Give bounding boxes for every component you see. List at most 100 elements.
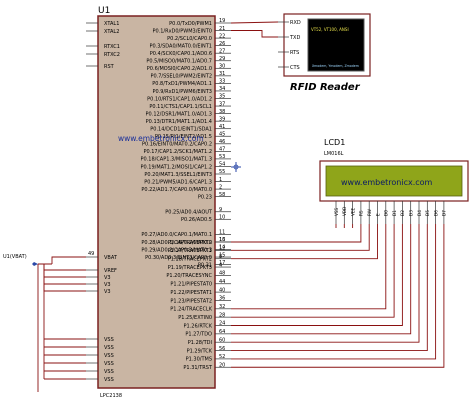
mcu-pin-number: 11: [219, 230, 225, 236]
mcu-pin-label: P1.17/TRACEPKT1: [168, 248, 212, 254]
lcd-pin-label: D6: [433, 210, 438, 216]
mcu-pin-number: 26: [219, 41, 225, 47]
lcd-pin-label: D1: [392, 210, 397, 216]
probe-marker: [231, 162, 241, 172]
mcu-pin-label: P1.27/TDO: [185, 332, 212, 338]
mcu-pin-label: P0.5/MISO0/MAT0.1/AD0.7: [146, 59, 212, 65]
rfid-pin-label: CTS: [290, 65, 300, 71]
mcu-pin-label: XTAL1: [104, 21, 119, 27]
mcu-pin-number: 34: [219, 86, 225, 92]
lcd-pin-label: VSS: [334, 207, 339, 216]
mcu-pin-label: VSS: [104, 361, 114, 367]
mcu-pin-number: 36: [219, 296, 225, 302]
mcu-pin-label: P0.22/AD1.7/CAP0.0/MAT0.0: [141, 187, 212, 193]
mcu-pin-label: P1.29/TCK: [187, 348, 213, 354]
mcu-pin-label: P0.0/TxD0/PWM1: [169, 21, 212, 27]
mcu-pin-label: RST: [104, 64, 115, 70]
mcu-pin-number: 28: [219, 312, 225, 318]
mcu-pin-label: P0.21/PWM5/AD1.6/CAP1.3: [144, 179, 212, 185]
mcu-pin-label: P1.19/TRACEPKT3: [168, 265, 212, 271]
mcu-pin-label: P0.13/DTR1/MAT1.1/AD1.4: [146, 119, 212, 125]
lcd-pin-label: E: [375, 213, 380, 216]
mcu-pin-label: P0.17/CAP1.2/SCK1/MAT1.2: [143, 149, 212, 155]
mcu-pin-label: P1.30/TMS: [186, 357, 212, 363]
mcu-pin-label: P1.23/PIPESTAT2: [170, 298, 212, 304]
mcu-pin-number: 30: [219, 64, 225, 70]
mcu-pin-label: V3: [104, 275, 111, 281]
mcu-pin-number: 64: [219, 329, 225, 335]
mcu-pin-number: 8: [219, 254, 222, 260]
mcu-pin-label: P1.20/TRACESYNC: [166, 273, 212, 279]
lcd-pins: VSS VDD VEE RS RW E D0 D1 D2 D3 D4 D5 D6 D7: [334, 201, 447, 224]
mcu-pin-label: P0.6/MOSI0/CAP0.2/AD1.0: [147, 66, 212, 72]
mcu-pin-label: P0.14/DCD1/EINT1/SDA1: [150, 127, 212, 133]
mcu-pin-number: 44: [219, 279, 225, 285]
mcu-pin-label: P0.12/DSR1/MAT1.0/AD1.3: [146, 111, 212, 117]
mcu-pin-label: P1.21/PIPESTAT0: [170, 282, 212, 288]
mcu-pin-number: 52: [219, 354, 225, 360]
mcu-pin-label: RTXC1: [104, 44, 120, 50]
lcd-pin-label: D2: [400, 210, 405, 216]
mcu-pin-label: P1.31/TRST: [183, 365, 213, 371]
mcu-pin-label: RTXC2: [104, 52, 120, 58]
mcu-pin-label: XTAL2: [104, 29, 119, 35]
mcu-pin-label: P0.8/TxD1/PWM4/AD1.1: [152, 81, 212, 87]
lcd-pin-label: D7: [442, 210, 447, 216]
mcu-pin-label: VSS: [104, 345, 114, 351]
mcu-pin-number: 16: [219, 237, 225, 243]
power-terminal[interactable]: [32, 262, 52, 266]
mcu-pin-number: 20: [219, 362, 225, 368]
mcu-pin-label: P0.26/AD0.5: [181, 217, 212, 223]
terminal-text: VT52, VT100, ANSI: [311, 27, 349, 32]
mcu-pin-label: VSS: [104, 377, 114, 383]
mcu-pin-number: 2: [219, 184, 222, 190]
mcu-pin-number: 24: [219, 321, 225, 327]
mcu-ref: U1: [98, 6, 110, 16]
mcu-pin-label: P1.28/TDI: [188, 340, 212, 346]
rfid-reader[interactable]: VT52, VT100, ANSI Xmodem, Ymodem, Zmodem…: [278, 13, 371, 93]
mcu-pin-label: P0.2/SCL0/CAP0.0: [167, 36, 212, 42]
mcu-pin-number: 56: [219, 346, 225, 352]
mcu-pin-label: P0.3/SDA0/MAT0.0/EINT1: [149, 43, 212, 49]
terminal-subtext: Xmodem, Ymodem, Zmodem: [312, 64, 359, 68]
mcu-pin-label: P1.16/TRACEPKT0: [168, 240, 212, 246]
mcu-pin-number: 55: [219, 169, 225, 175]
mcu-pin-number: 37: [219, 101, 225, 107]
mcu-pin-label: VSS: [104, 353, 114, 359]
mcu-pin-label: P1.25/EXTIN0: [178, 315, 212, 321]
rfid-pin-label: RXD: [290, 20, 301, 26]
mcu-pin-label: P1.22/PIPESTAT1: [170, 290, 212, 296]
mcu-pin-number: 46: [219, 139, 225, 145]
mcu-pin-label: VSS: [104, 337, 114, 343]
mcu-pin-label: P1.24/TRACECLK: [170, 307, 212, 313]
mcu-pin-label: P0.1/RxD0/PWM3/EINT0: [152, 28, 212, 34]
mcu-pin-label: P0.11/CTS1/CAP1.1/SCL1: [149, 104, 212, 110]
mcu-pin-label: P0.27/AD0.0/CAP0.1/MAT0.1: [141, 232, 212, 238]
lcd-pin-label: D3: [409, 210, 414, 216]
rfid-title: RFID Reader: [290, 82, 361, 93]
mcu-pin-number: 47: [219, 147, 225, 153]
mcu-pin-number: 19: [219, 18, 225, 24]
mcu-pin-number: 54: [219, 162, 225, 168]
mcu-pin-label: P1.18/TRACEPKT2: [168, 257, 212, 263]
lcd-display[interactable]: www.embetronicx.com: [319, 160, 469, 202]
rfid-pin-label: TXD: [289, 35, 300, 41]
mcu-pin-number: 53: [219, 154, 225, 160]
mcu-pin-label: VSS: [104, 369, 114, 375]
mcu-pin-number: 22: [219, 33, 225, 39]
mcu-pin-number: 33: [219, 79, 225, 85]
lcd-part: LM016L: [324, 151, 344, 157]
lcd-ref: LCD1: [324, 138, 345, 147]
mcu-pin-label: P0.23: [198, 194, 212, 200]
lcd-pin-label: RS: [359, 210, 364, 216]
mcu-pin-number: 32: [219, 304, 225, 310]
mcu-pin-number: 41: [219, 124, 225, 130]
lcd-pin-label: D5: [425, 210, 430, 216]
mcu-part: LPC2138: [100, 393, 122, 399]
mcu-pin-number: 29: [219, 56, 225, 62]
schematic-svg: U1 LPC2138 XTAL1 XTAL2 RTXC1 RTXC2 RST VBAT VR…: [3, 6, 469, 399]
lcd-pin-label: D0: [384, 210, 389, 216]
mcu-pin-number: 4: [219, 262, 222, 268]
mcu-pin-number: 39: [219, 116, 225, 122]
mcu-pin-label: P0.20/MAT1.3/SSEL1/EINT3: [144, 172, 212, 178]
